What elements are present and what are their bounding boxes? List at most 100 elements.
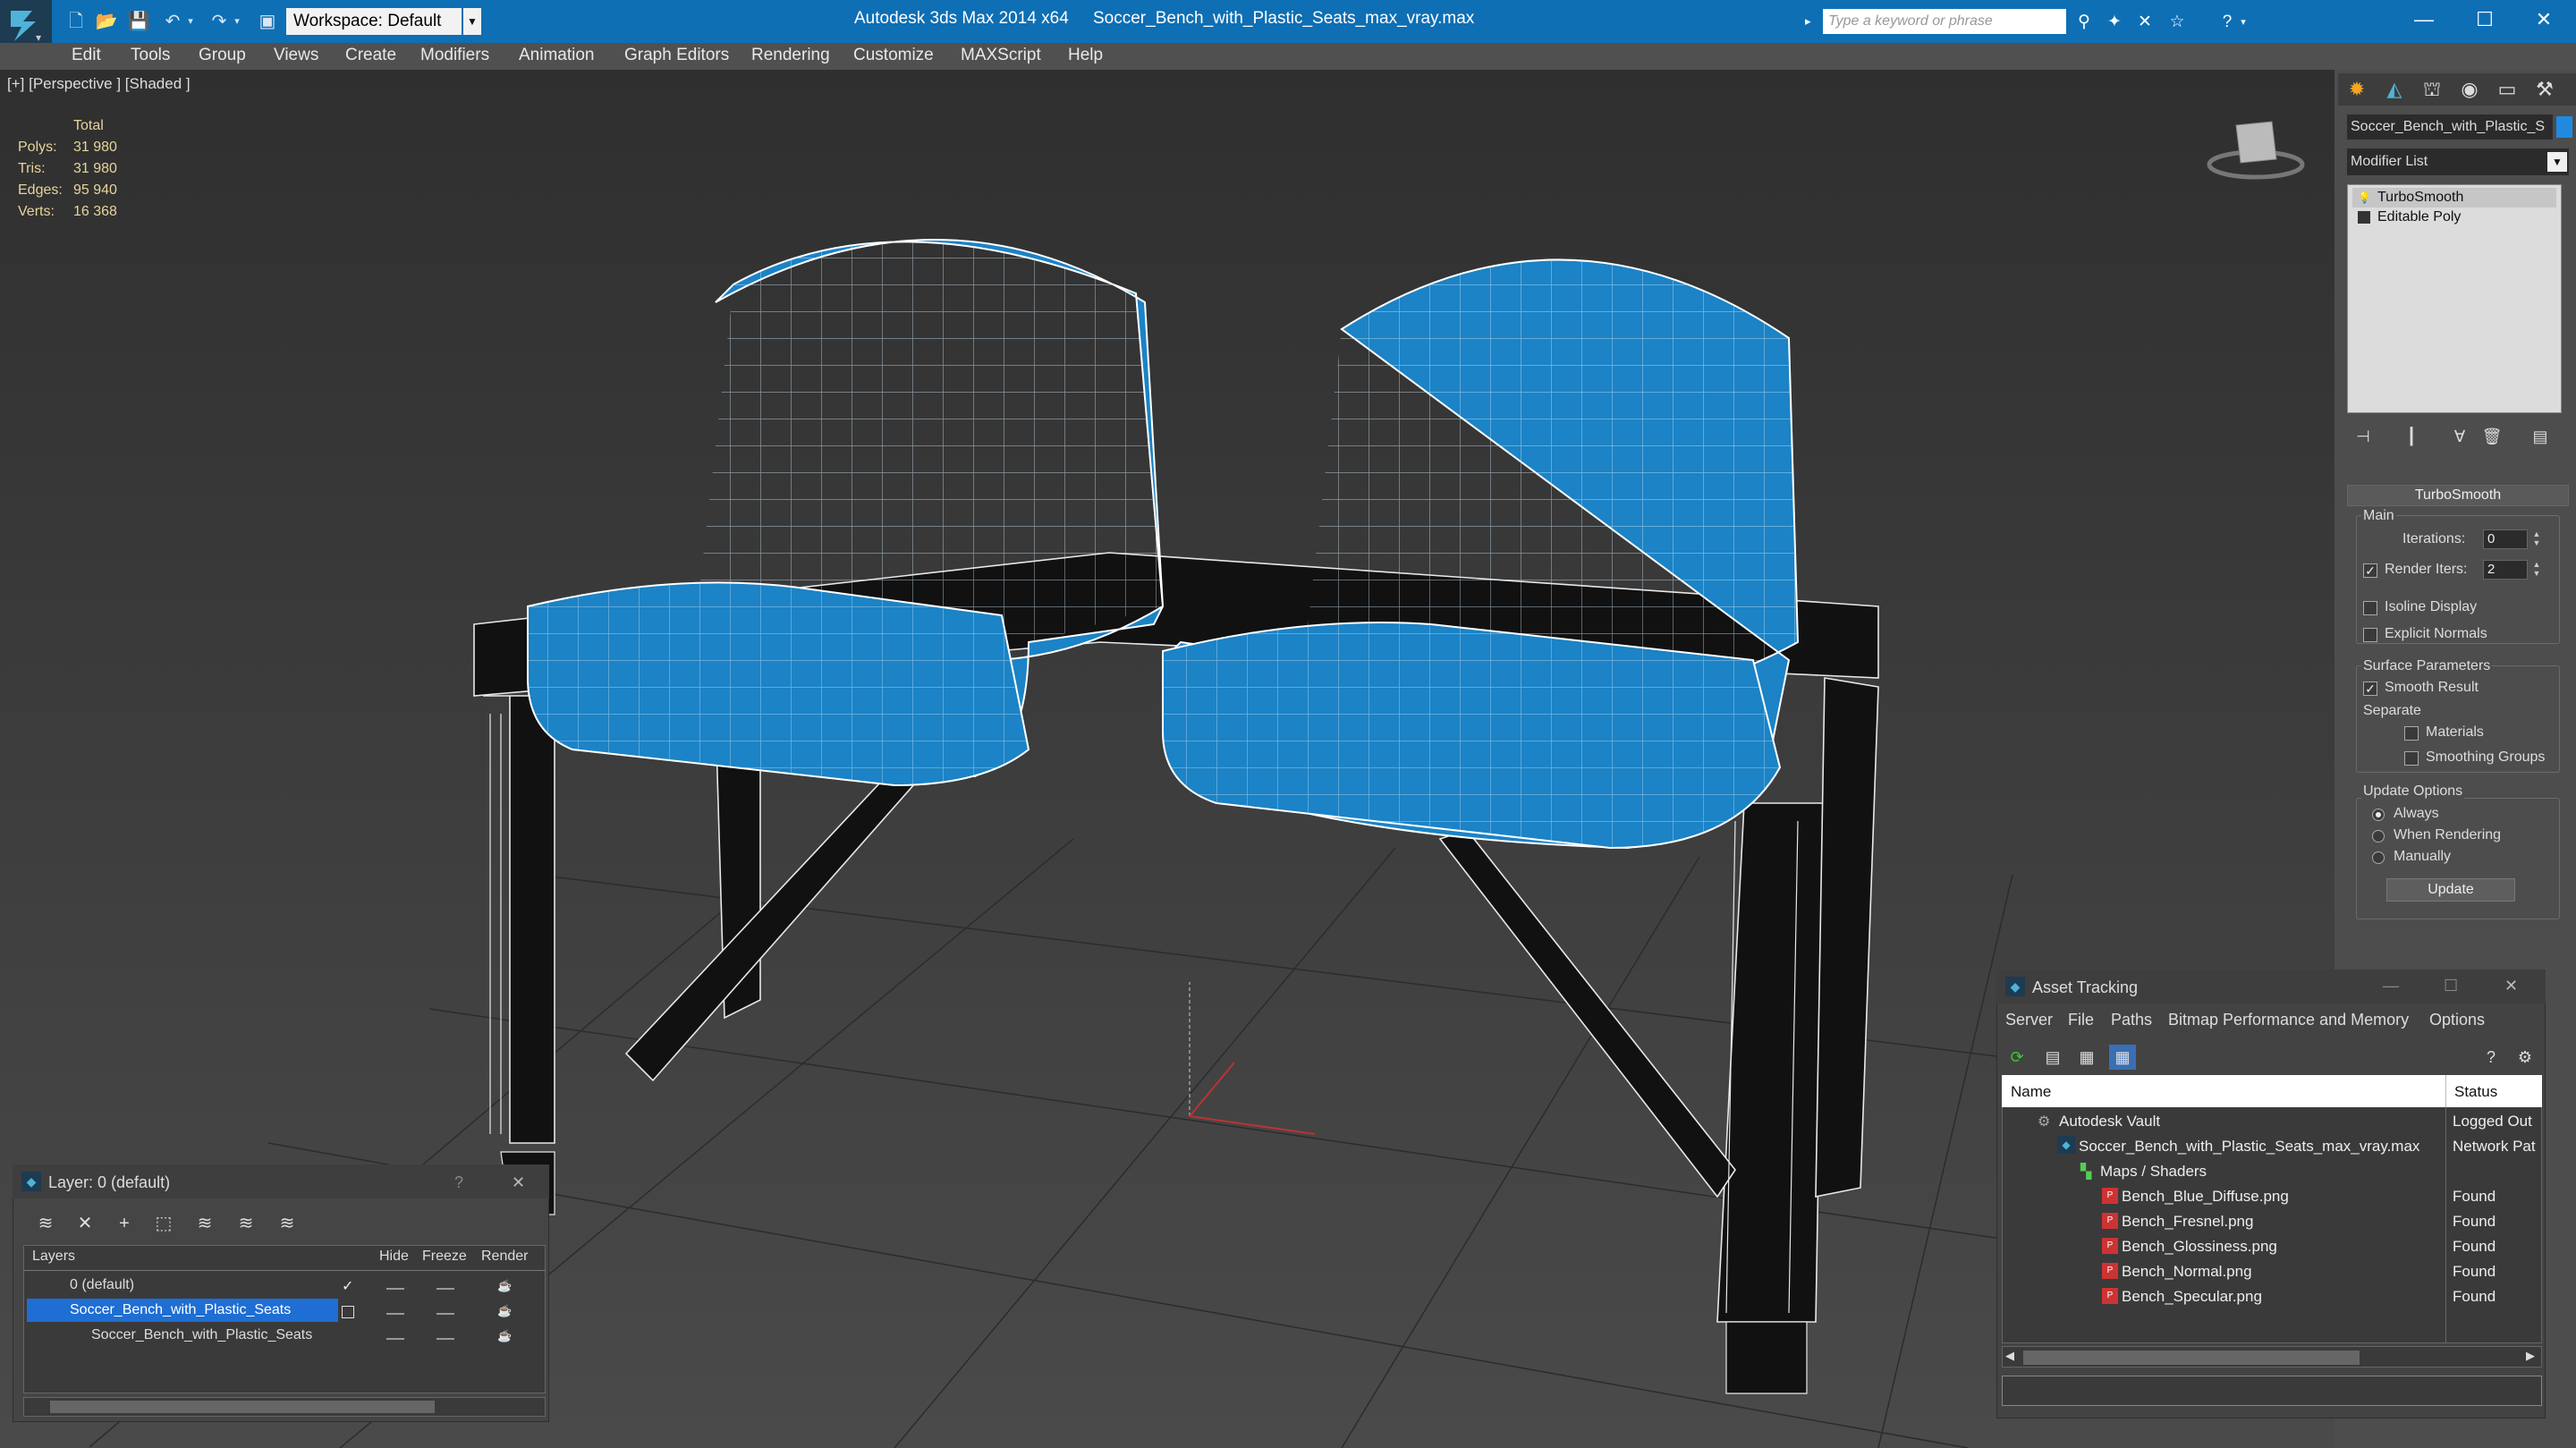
close-icon[interactable]: ✕ xyxy=(2504,977,2518,995)
stack-item-turbosmooth[interactable]: TurboSmooth xyxy=(2352,188,2556,207)
menu-views[interactable]: Views xyxy=(274,46,318,65)
maximize-icon[interactable]: ☐ xyxy=(2458,4,2512,36)
asset-path-field[interactable] xyxy=(2002,1376,2542,1406)
close-icon[interactable]: ✕ xyxy=(2517,4,2571,36)
help-icon[interactable]: ? xyxy=(454,1173,463,1192)
select-objects-icon[interactable]: ⬚ xyxy=(150,1212,177,1235)
scroll-right-icon[interactable]: ▶ xyxy=(2526,1349,2535,1363)
thumbnail-view-icon[interactable]: ▦ xyxy=(2073,1045,2100,1070)
favorites-star-icon[interactable]: ☆ xyxy=(2165,11,2190,34)
column-header-name[interactable]: Name xyxy=(2011,1083,2051,1101)
menu-maxscript[interactable]: MAXScript xyxy=(961,46,1041,65)
redo-dropdown-icon[interactable]: ▾ xyxy=(230,9,244,34)
create-tab-icon[interactable]: ✹ xyxy=(2340,75,2374,104)
menu-graph-editors[interactable]: Graph Editors xyxy=(624,46,729,65)
column-header-layers[interactable]: Layers xyxy=(32,1249,75,1265)
spinner-arrows-icon[interactable]: ▲ ▼ xyxy=(2529,560,2544,580)
hide-toggle[interactable] xyxy=(386,1338,404,1340)
menu-tools[interactable]: Tools xyxy=(131,46,170,65)
search-input[interactable]: Type a keyword or phrase xyxy=(1823,9,2066,34)
search-expand-icon[interactable]: ▸ xyxy=(1805,10,1819,33)
tools-icon[interactable]: ⚙ xyxy=(2512,1045,2538,1070)
pin-stack-icon[interactable]: ⊣ xyxy=(2351,424,2376,449)
open-file-icon[interactable]: 📂 xyxy=(93,9,120,34)
delete-layer-icon[interactable]: ✕ xyxy=(72,1212,98,1235)
scrollbar-thumb[interactable] xyxy=(50,1401,435,1413)
when-rendering-radio[interactable] xyxy=(2372,830,2385,843)
hierarchy-tab-icon[interactable]: ⛫ xyxy=(2415,75,2449,104)
rollout-turbosmooth[interactable]: TurboSmooth xyxy=(2347,485,2569,506)
new-file-icon[interactable]: 🗋 xyxy=(63,9,89,34)
add-to-layer-icon[interactable]: + xyxy=(111,1212,138,1235)
subscription-icon[interactable]: ✦ xyxy=(2102,11,2127,34)
menu-options[interactable]: Options xyxy=(2429,1011,2485,1029)
expand-toggle-icon[interactable] xyxy=(2358,211,2370,224)
smooth-result-checkbox[interactable]: ✓ xyxy=(2363,682,2377,696)
workspace-dropdown-icon[interactable]: ▼ xyxy=(463,8,481,35)
scroll-left-icon[interactable]: ◀ xyxy=(2005,1349,2014,1363)
minimize-icon[interactable]: — xyxy=(2383,977,2399,995)
column-header-hide[interactable]: Hide xyxy=(379,1249,409,1265)
freeze-toggle[interactable] xyxy=(436,1338,454,1340)
menu-paths[interactable]: Paths xyxy=(2111,1011,2152,1029)
display-tab-icon[interactable]: ▭ xyxy=(2490,75,2524,104)
modifier-list-dropdown[interactable]: Modifier List xyxy=(2347,148,2569,175)
hide-toggle[interactable] xyxy=(386,1288,404,1290)
menu-help[interactable]: Help xyxy=(1068,46,1103,65)
binoculars-icon[interactable]: ⚲ xyxy=(2072,11,2097,34)
active-layer-check-icon[interactable]: ✓ xyxy=(342,1277,353,1295)
explicit-normals-checkbox[interactable] xyxy=(2363,628,2377,642)
column-divider[interactable] xyxy=(2445,1075,2446,1107)
motion-tab-icon[interactable]: ◉ xyxy=(2453,75,2487,104)
undo-icon[interactable]: ↶ xyxy=(159,9,186,34)
menu-file[interactable]: File xyxy=(2068,1011,2094,1029)
communication-icon[interactable]: ✕ xyxy=(2132,11,2157,34)
materials-checkbox[interactable] xyxy=(2404,726,2419,741)
show-end-result-icon[interactable]: ┃ xyxy=(2399,424,2424,449)
menu-customize[interactable]: Customize xyxy=(853,46,934,65)
menu-edit[interactable]: Edit xyxy=(72,46,101,65)
maximize-icon[interactable]: ☐ xyxy=(2444,977,2458,995)
object-name-field[interactable]: Soccer_Bench_with_Plastic_S xyxy=(2347,114,2553,140)
viewport-label[interactable]: [+] [Perspective ] [Shaded ] xyxy=(7,75,191,93)
always-radio[interactable] xyxy=(2372,809,2385,821)
manually-radio[interactable] xyxy=(2372,851,2385,864)
help-icon[interactable]: ? xyxy=(2478,1045,2504,1070)
render-teapot-icon[interactable]: ☕ xyxy=(497,1329,512,1343)
render-iters-checkbox[interactable]: ✓ xyxy=(2363,563,2377,578)
table-view-icon[interactable]: ▦ xyxy=(2109,1045,2136,1070)
layer-row-selected[interactable]: Soccer_Bench_with_Plastic_Seats xyxy=(27,1299,338,1322)
smoothing-groups-checkbox[interactable] xyxy=(2404,751,2419,766)
remove-modifier-icon[interactable]: 🗑 xyxy=(2479,424,2504,449)
save-icon[interactable]: 💾 xyxy=(125,9,152,34)
render-iters-spinner[interactable]: 2 xyxy=(2483,560,2528,580)
menu-modifiers[interactable]: Modifiers xyxy=(420,46,489,65)
freeze-toggle[interactable] xyxy=(436,1313,454,1315)
modify-tab-icon[interactable]: ◭ xyxy=(2377,75,2411,104)
workspace-select[interactable]: Workspace: Default xyxy=(286,8,462,35)
highlight-layer-icon[interactable]: ≋ xyxy=(191,1212,218,1235)
lightbulb-icon[interactable]: 💡 xyxy=(2358,191,2371,204)
refresh-icon[interactable]: ⟳ xyxy=(2004,1045,2030,1070)
column-header-status[interactable]: Status xyxy=(2454,1083,2497,1101)
undo-dropdown-icon[interactable]: ▾ xyxy=(183,9,198,34)
layers-icon[interactable]: ≋ xyxy=(32,1212,59,1235)
freeze-all-icon[interactable]: ≋ xyxy=(274,1212,301,1235)
current-layer-box[interactable] xyxy=(342,1306,354,1318)
menu-create[interactable]: Create xyxy=(345,46,396,65)
update-button[interactable]: Update xyxy=(2386,878,2515,902)
configure-sets-icon[interactable]: ▤ xyxy=(2528,424,2553,449)
list-view-icon[interactable]: ▤ xyxy=(2039,1045,2066,1070)
render-teapot-icon[interactable]: ☕ xyxy=(497,1304,512,1318)
menu-bitmap-performance[interactable]: Bitmap Performance and Memory xyxy=(2168,1011,2409,1029)
freeze-toggle[interactable] xyxy=(436,1288,454,1290)
chevron-down-icon[interactable]: ▼ xyxy=(2547,152,2567,172)
scrollbar-thumb[interactable] xyxy=(2023,1351,2360,1365)
help-dropdown-icon[interactable]: ▾ xyxy=(2236,11,2250,34)
hide-toggle[interactable] xyxy=(386,1313,404,1315)
render-teapot-icon[interactable]: ☕ xyxy=(497,1279,512,1293)
iterations-spinner[interactable]: 0 xyxy=(2483,529,2528,549)
utilities-tab-icon[interactable]: ⚒ xyxy=(2528,75,2562,104)
column-header-render[interactable]: Render xyxy=(481,1249,528,1265)
column-header-freeze[interactable]: Freeze xyxy=(422,1249,467,1265)
